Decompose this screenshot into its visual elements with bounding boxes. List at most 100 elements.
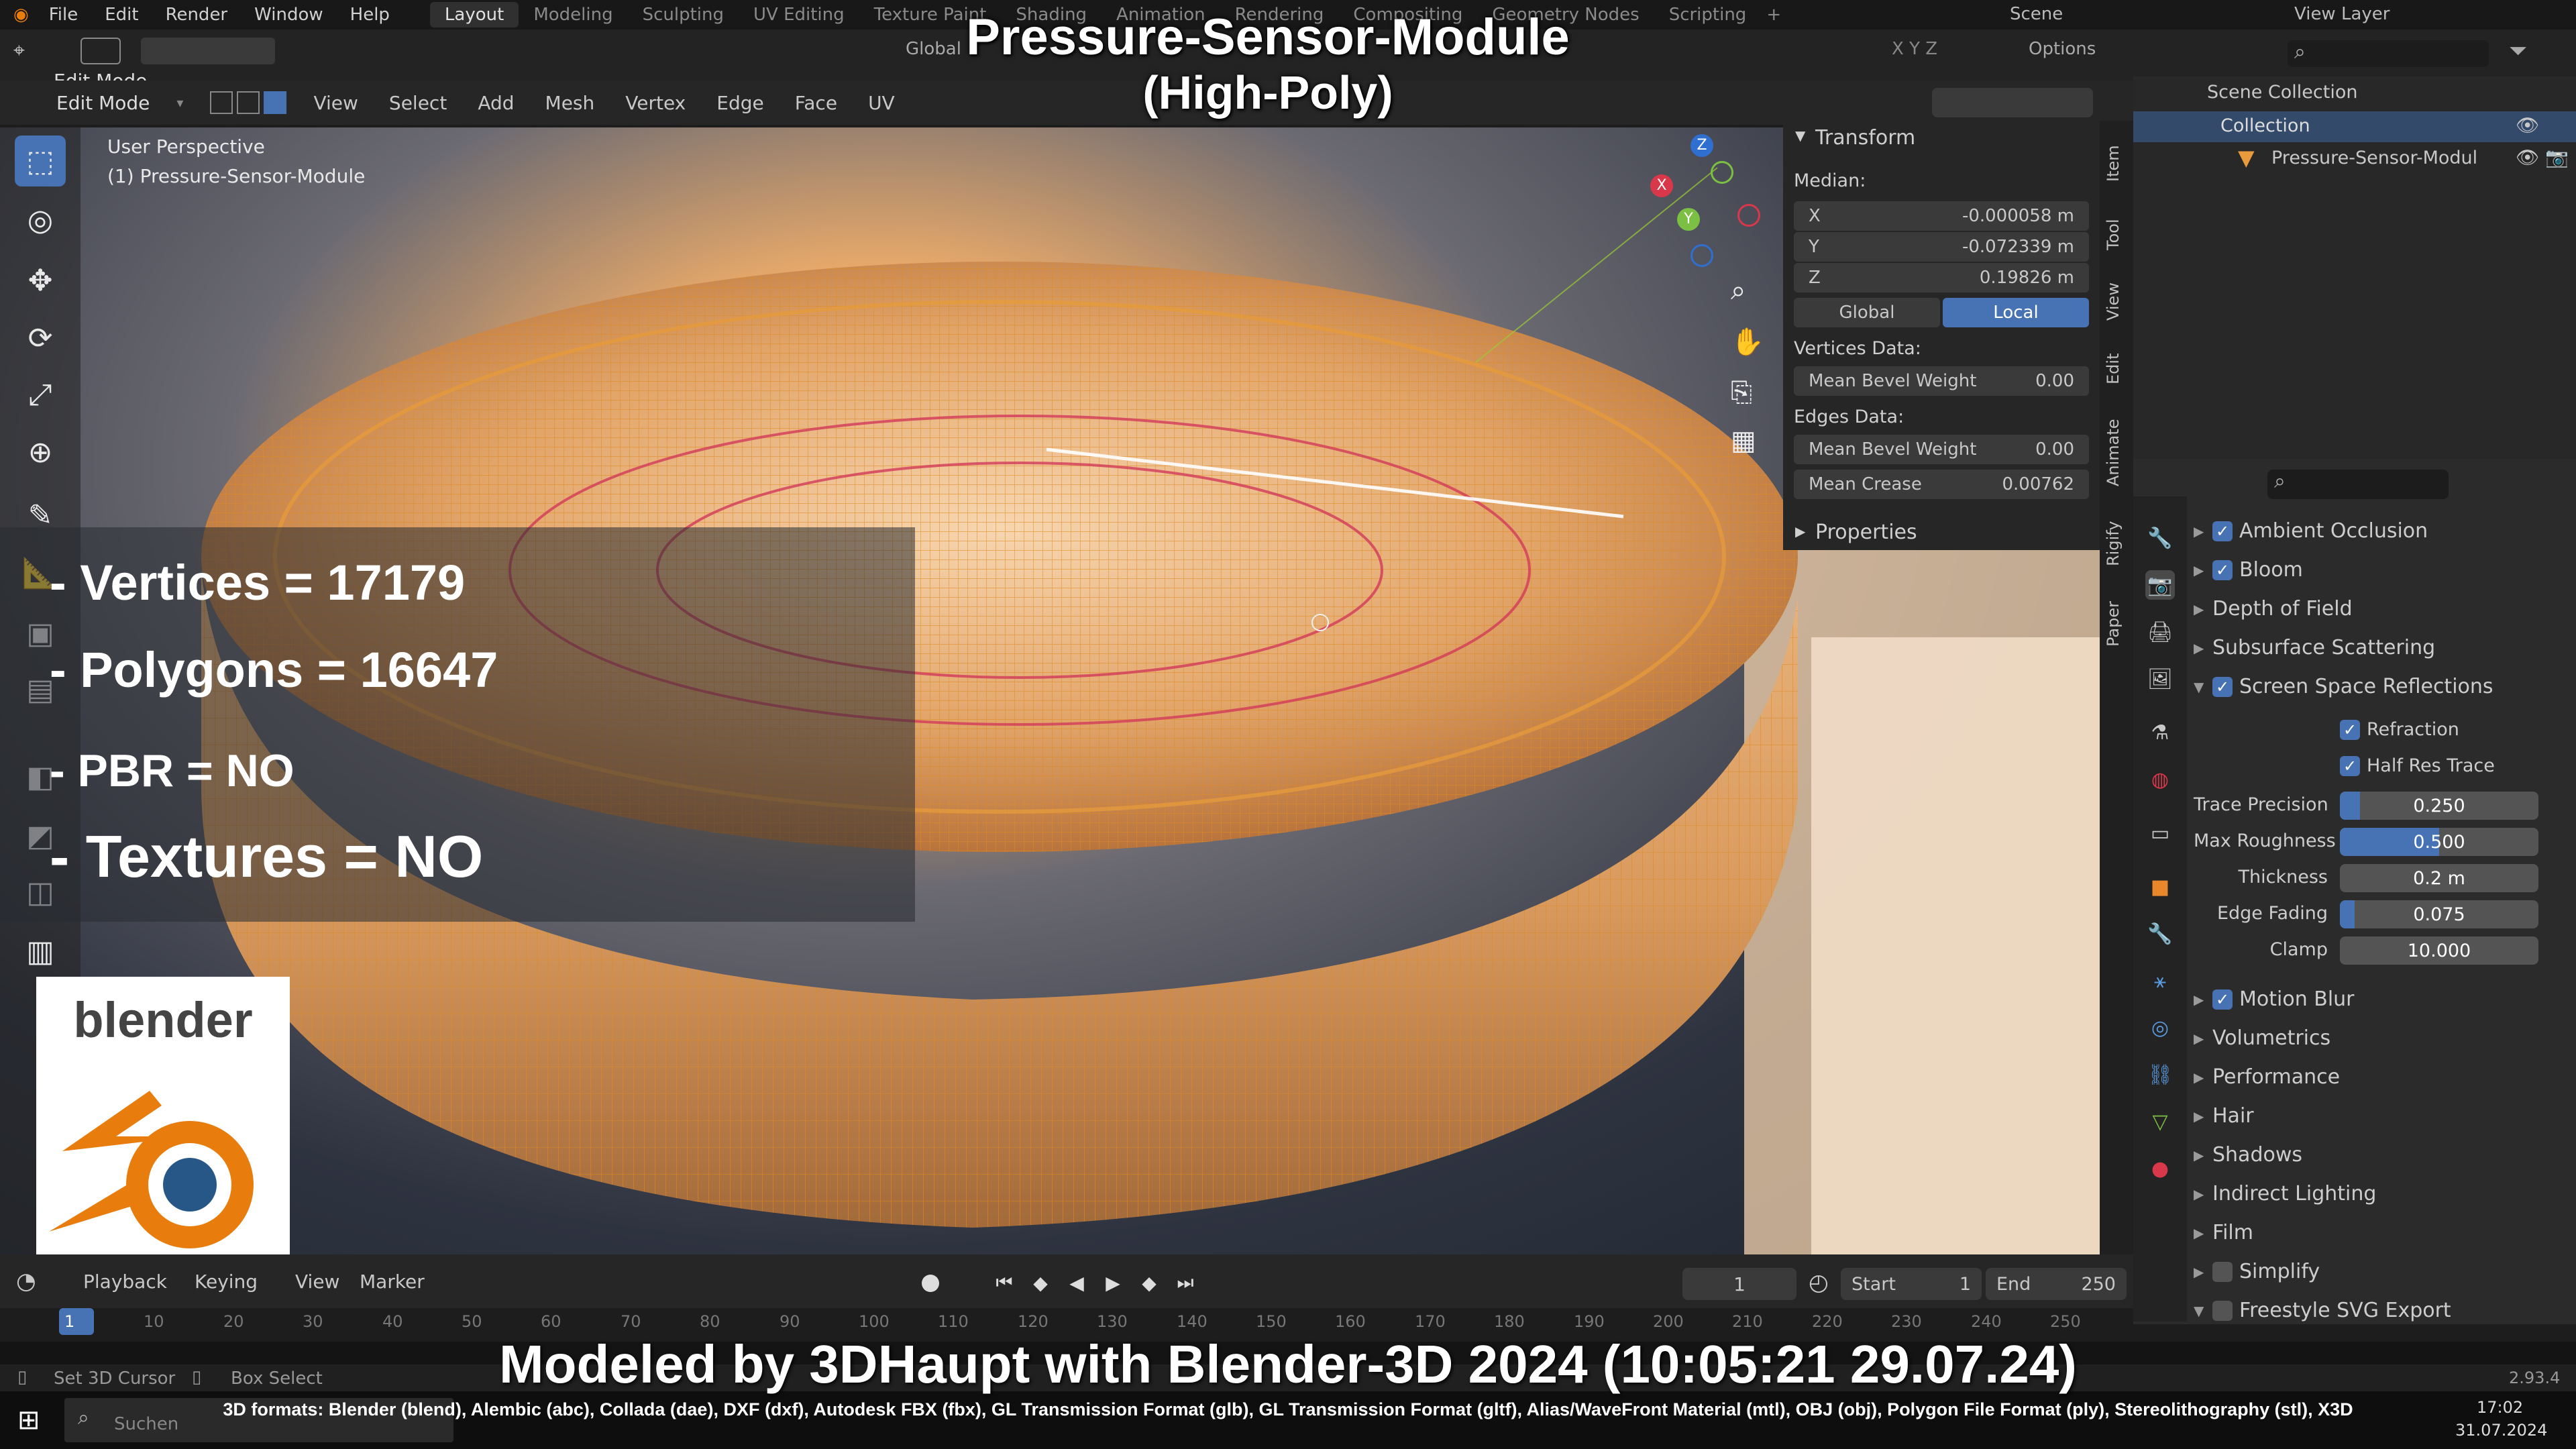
render-icon[interactable]: 📷: [2145, 570, 2175, 600]
outliner-search-input[interactable]: [2288, 40, 2489, 67]
median-x-field[interactable]: X -0.000058 m: [1794, 201, 2089, 231]
neg-x-axis-icon[interactable]: [1737, 204, 1760, 227]
modifier-wrench-icon[interactable]: 🔧: [2145, 919, 2175, 949]
add-workspace-icon[interactable]: +: [1766, 5, 1781, 25]
depth-of-field-row[interactable]: ▶ Depth of Field: [2194, 597, 2353, 621]
freestyle-checkbox[interactable]: [2212, 1300, 2233, 1321]
object-icon[interactable]: ■: [2145, 872, 2175, 902]
menu-file[interactable]: File: [49, 5, 78, 25]
freestyle-svg-row[interactable]: ▼ Freestyle SVG Export: [2194, 1299, 2451, 1322]
marker-menu[interactable]: Marker: [360, 1271, 425, 1293]
tab-item[interactable]: Item: [2104, 137, 2128, 191]
max-roughness-slider[interactable]: 0.500: [2340, 828, 2538, 856]
film-row[interactable]: ▶ Film: [2194, 1221, 2253, 1244]
options-dropdown[interactable]: Options: [2029, 39, 2096, 59]
shading-mode-buttons[interactable]: [1932, 88, 2093, 117]
knife-tool-icon[interactable]: ▥: [15, 926, 66, 977]
object-item[interactable]: Pressure-Sensor-Modul: [2271, 148, 2477, 168]
visibility-eye-icon[interactable]: 👁: [2516, 114, 2540, 136]
transform-tool-icon[interactable]: ⊕: [15, 427, 66, 478]
properties-panel-header[interactable]: Properties: [1815, 521, 1917, 544]
clock-icon[interactable]: ◴: [1809, 1269, 1829, 1296]
scene-icon[interactable]: ⚗: [2145, 718, 2175, 747]
neg-z-axis-icon[interactable]: [1690, 244, 1713, 267]
x-axis-icon[interactable]: X: [1650, 174, 1673, 197]
particles-icon[interactable]: ⚹: [2145, 966, 2175, 996]
tab-tool[interactable]: Tool: [2104, 208, 2128, 262]
ambient-occlusion-row[interactable]: ▶ ✓ Ambient Occlusion: [2194, 519, 2428, 543]
ao-checkbox[interactable]: ✓: [2212, 521, 2233, 541]
face-select-mode[interactable]: [264, 91, 287, 114]
edge-select-mode[interactable]: [237, 91, 260, 114]
menu-mesh[interactable]: Mesh: [545, 92, 595, 114]
select-tool-icon[interactable]: ⬚: [15, 136, 66, 186]
local-toggle[interactable]: Local: [1943, 298, 2089, 327]
expand-icon[interactable]: ▶: [2194, 562, 2212, 578]
menu-face[interactable]: Face: [795, 92, 837, 114]
prev-keyframe-icon[interactable]: ◆: [1022, 1268, 1059, 1297]
motion-blur-checkbox[interactable]: ✓: [2212, 989, 2233, 1010]
menu-window[interactable]: Window: [254, 5, 323, 25]
expand-icon[interactable]: ▶: [2194, 1147, 2212, 1163]
zoom-icon[interactable]: ⌕: [1731, 275, 1746, 306]
navigation-gizmo[interactable]: Z X Y: [1630, 134, 1778, 268]
edge-bevel-weight-field[interactable]: Mean Bevel Weight 0.00: [1794, 435, 2089, 464]
scale-tool-icon[interactable]: ⤢: [15, 369, 66, 420]
ortho-grid-icon[interactable]: ▦: [1731, 425, 1756, 456]
vertex-bevel-weight-field[interactable]: Mean Bevel Weight 0.00: [1794, 366, 2089, 396]
constraints-icon[interactable]: ⛓: [2145, 1060, 2175, 1089]
selection-op-buttons[interactable]: [141, 38, 275, 64]
menu-edge[interactable]: Edge: [716, 92, 763, 114]
blender-menu-icon[interactable]: ◉: [13, 5, 29, 25]
physics-icon[interactable]: ◎: [2145, 1013, 2175, 1042]
menu-add[interactable]: Add: [478, 92, 514, 114]
collapse-icon[interactable]: ▼: [2194, 679, 2212, 695]
menu-vertex[interactable]: Vertex: [625, 92, 686, 114]
mean-crease-field[interactable]: Mean Crease 0.00762: [1794, 470, 2089, 499]
play-reverse-icon[interactable]: ◀: [1059, 1268, 1095, 1297]
current-frame-field[interactable]: 1: [1682, 1268, 1796, 1300]
tool-settings-icon[interactable]: 🔧: [2145, 523, 2175, 553]
material-icon[interactable]: ●: [2145, 1154, 2175, 1183]
output-icon[interactable]: 🖨: [2145, 617, 2175, 647]
menu-render[interactable]: Render: [166, 5, 228, 25]
simplify-row[interactable]: ▶ Simplify: [2194, 1260, 2320, 1283]
tab-uv-editing[interactable]: UV Editing: [739, 2, 859, 28]
z-axis-icon[interactable]: Z: [1690, 134, 1713, 157]
transform-panel-header[interactable]: Transform: [1815, 126, 1915, 150]
keying-menu[interactable]: Keying: [195, 1271, 258, 1293]
tab-view[interactable]: View: [2104, 275, 2128, 329]
axis-mirror-toggles[interactable]: X Y Z: [1892, 39, 1937, 59]
hair-row[interactable]: ▶ Hair: [2194, 1104, 2254, 1128]
properties-search-input[interactable]: [2267, 470, 2449, 499]
start-frame-field[interactable]: Start 1: [1841, 1268, 1982, 1300]
trace-precision-slider[interactable]: 0.250: [2340, 792, 2538, 820]
expand-icon[interactable]: ▶: [2194, 1030, 2212, 1046]
menu-view[interactable]: View: [313, 92, 358, 114]
volumetrics-row[interactable]: ▶ Volumetrics: [2194, 1026, 2330, 1050]
refraction-checkbox[interactable]: ✓: [2340, 719, 2360, 740]
collection-item[interactable]: Collection: [2220, 115, 2310, 136]
playback-menu[interactable]: Playback: [83, 1271, 167, 1293]
expand-icon[interactable]: ▶: [2194, 1108, 2212, 1124]
mesh-data-icon[interactable]: ▽: [2145, 1107, 2175, 1136]
tab-modeling[interactable]: Modeling: [519, 2, 627, 28]
editor-type-icon[interactable]: ⌖: [13, 39, 25, 62]
collapse-icon[interactable]: ▼: [2194, 1303, 2212, 1319]
expand-icon[interactable]: ▶: [2194, 1264, 2212, 1280]
render-camera-icon[interactable]: 📷: [2545, 146, 2569, 168]
edge-fading-slider[interactable]: 0.075: [2340, 900, 2538, 928]
performance-row[interactable]: ▶ Performance: [2194, 1065, 2340, 1089]
tab-paper[interactable]: Paper: [2104, 590, 2128, 657]
scene-collection-item[interactable]: Scene Collection: [2207, 82, 2357, 103]
tab-edit[interactable]: Edit: [2104, 342, 2128, 396]
menu-select[interactable]: Select: [389, 92, 447, 114]
simplify-checkbox[interactable]: [2212, 1261, 2233, 1282]
half-res-checkbox[interactable]: ✓: [2340, 755, 2360, 776]
jump-end-icon[interactable]: ⏭: [1167, 1268, 1203, 1297]
expand-icon[interactable]: ▶: [2194, 1186, 2212, 1202]
tab-scripting[interactable]: Scripting: [1654, 2, 1762, 28]
refraction-row[interactable]: ✓ Refraction: [2340, 719, 2459, 740]
tab-animate[interactable]: Animate: [2104, 409, 2128, 496]
half-res-row[interactable]: ✓ Half Res Trace: [2340, 755, 2495, 776]
